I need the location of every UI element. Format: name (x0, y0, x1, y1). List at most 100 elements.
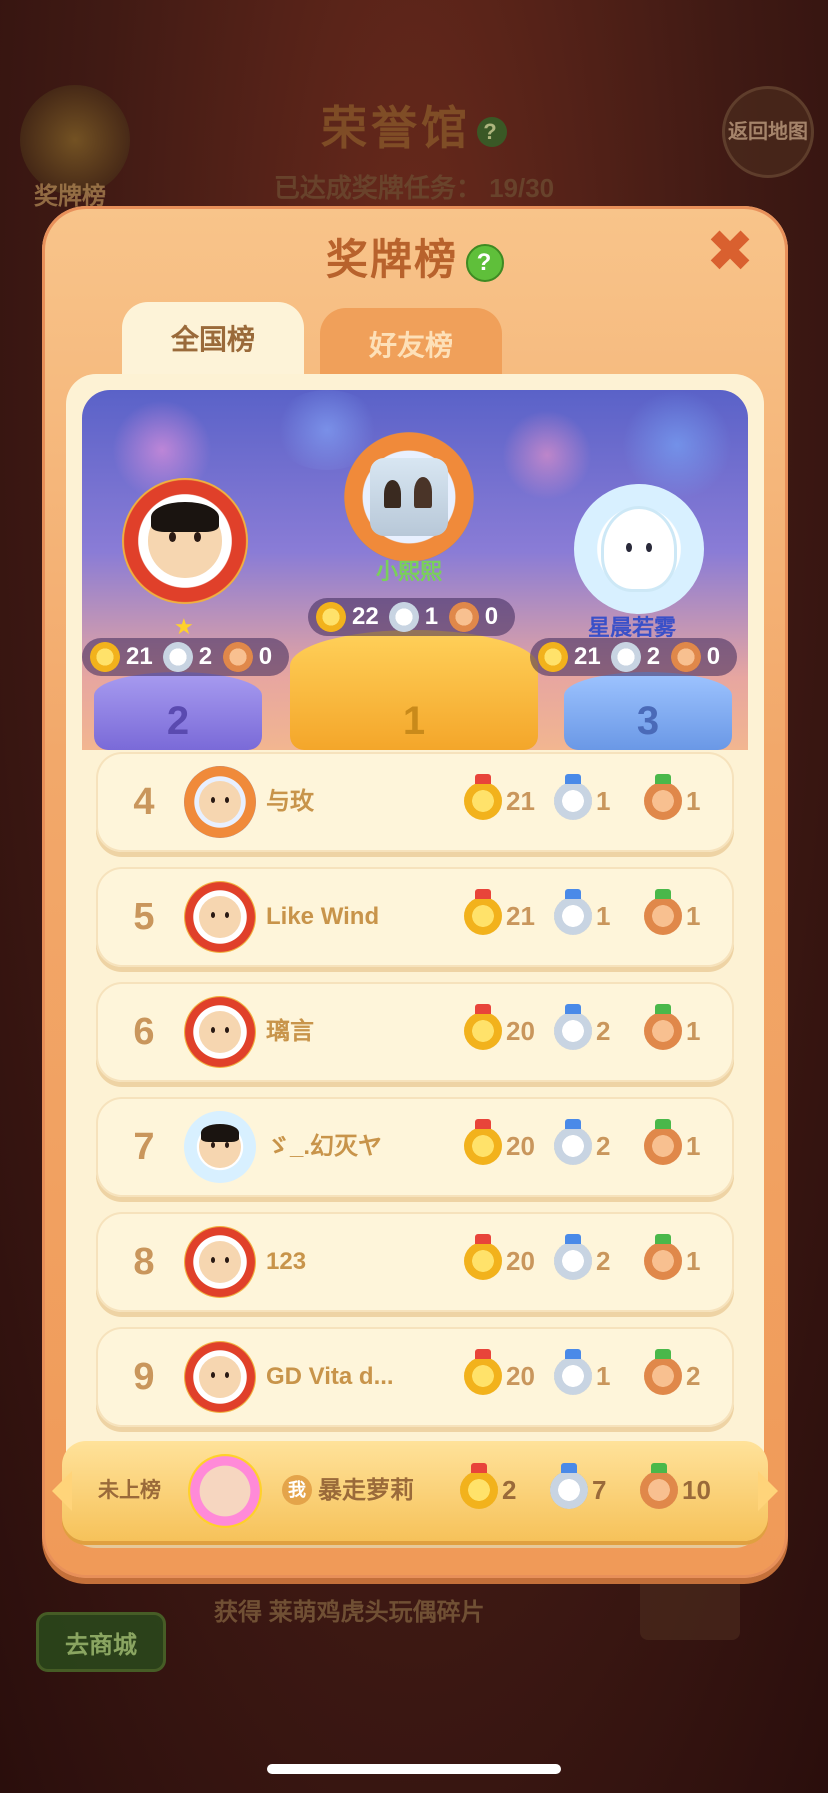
silver-count: 2 (596, 1245, 611, 1276)
stage-number: 1 (402, 699, 426, 743)
podium-stage-3: 3 (564, 672, 732, 750)
go-to-shop-button[interactable]: 去商城 (36, 1612, 166, 1672)
player-avatar (184, 996, 256, 1068)
player-name: GD Vita d... (266, 1363, 394, 1390)
list-item[interactable]: 9 GD Vita d... 20 1 2 (96, 1327, 734, 1427)
rank-number: 7 (133, 1126, 155, 1168)
player-avatar (184, 766, 256, 838)
silver-count: 2 (646, 643, 661, 670)
medal-task-progress: 已达成奖牌任务： 19/30 (0, 168, 828, 205)
rank-2-medal-bar: 21 2 0 (82, 638, 289, 676)
gold-medal-icon (538, 642, 568, 672)
medal-leaderboard-modal: 奖牌榜? ✖ 全国榜 好友榜 2 1 3 ★ 21 2 0 小熙熙 22 1 0… (42, 206, 788, 1578)
firework-decoration (502, 410, 592, 500)
silver-medal-icon (550, 1463, 588, 1509)
help-icon[interactable]: ? (466, 243, 504, 282)
list-item[interactable]: 4 与玫 21 1 1 (96, 752, 734, 852)
rank-number: 8 (133, 1241, 155, 1283)
gold-count: 2 (502, 1474, 517, 1505)
player-avatar (184, 881, 256, 953)
gold-count: 20 (506, 1245, 535, 1276)
medal-counts: 20 2 1 (464, 1004, 734, 1050)
ghost-icon (603, 508, 675, 590)
bronze-medal-icon (448, 602, 479, 632)
bronze-count: 0 (706, 643, 721, 670)
gold-count: 20 (506, 1130, 535, 1161)
bronze-count: 10 (682, 1474, 711, 1505)
list-item[interactable]: 6 璃言 20 2 1 (96, 982, 734, 1082)
avatar-face-icon (199, 1241, 241, 1283)
bronze-medal-icon (644, 1004, 682, 1050)
bronze-medal-icon (644, 1234, 682, 1280)
list-item[interactable]: 7 ゞ_.幻灭ヤ 20 2 1 (96, 1097, 734, 1197)
close-button[interactable]: ✖ (702, 223, 758, 281)
rank-number: 5 (133, 896, 155, 938)
my-rank-status: 未上榜 (98, 1479, 161, 1502)
hall-title-text: 荣誉馆 (321, 102, 471, 154)
medal-counts: 21 1 1 (464, 774, 734, 820)
silver-medal-icon (554, 1234, 592, 1280)
bronze-count: 0 (258, 643, 273, 670)
modal-title: 奖牌榜? (42, 226, 788, 287)
avatar-face-icon (199, 1124, 241, 1168)
luffy-face-icon (148, 501, 222, 578)
silver-medal-icon (388, 602, 419, 632)
gold-medal-icon (464, 1234, 502, 1280)
gold-count: 20 (506, 1360, 535, 1391)
silver-count: 1 (596, 900, 611, 931)
podium-stage-2: 2 (94, 672, 262, 750)
silver-medal-icon (554, 889, 592, 935)
bronze-count: 1 (686, 1015, 701, 1046)
modal-title-text: 奖牌榜 (325, 236, 458, 283)
rank-1-avatar[interactable] (344, 432, 474, 562)
silver-count: 2 (596, 1015, 611, 1046)
rank-3-avatar[interactable] (574, 484, 704, 614)
silver-medal-icon (554, 1349, 592, 1395)
rank-number: 6 (133, 1011, 155, 1053)
avatar-face-icon (199, 1011, 241, 1053)
bronze-medal-icon (222, 642, 253, 672)
rank-number: 9 (133, 1356, 155, 1398)
list-item[interactable]: 8 123 20 2 1 (96, 1212, 734, 1312)
leaderboard-panel: 2 1 3 ★ 21 2 0 小熙熙 22 1 0 星晨若雾 21 2 0 4 … (66, 374, 764, 1542)
avatar-face-icon (199, 896, 241, 938)
back-to-map-button[interactable]: 返回地图 (722, 86, 814, 178)
gold-count: 21 (506, 900, 535, 931)
bronze-count: 2 (686, 1360, 701, 1391)
stage-number: 2 (166, 699, 190, 743)
silver-count: 1 (424, 603, 439, 630)
bronze-medal-icon (644, 1119, 682, 1165)
me-badge: 我 (282, 1475, 312, 1505)
gold-count: 21 (574, 643, 601, 670)
avatar-face-icon (199, 1356, 241, 1398)
my-avatar (188, 1454, 262, 1528)
silver-count: 2 (596, 1130, 611, 1161)
gold-count: 20 (506, 1015, 535, 1046)
rank-1-name: 小熙熙 (375, 559, 442, 584)
rank-1-medal-bar: 22 1 0 (308, 598, 515, 636)
progress-value: 19/30 (489, 173, 555, 203)
gold-count: 22 (352, 603, 379, 630)
silver-count: 1 (596, 1360, 611, 1391)
gold-medal-icon (464, 889, 502, 935)
my-rank-bar[interactable]: 未上榜 我 暴走萝莉 2 7 10 (52, 1441, 778, 1541)
rank-3-medal-bar: 21 2 0 (530, 638, 737, 676)
silver-medal-icon (554, 774, 592, 820)
list-item[interactable]: 5 Like Wind 21 1 1 (96, 867, 734, 967)
gold-count: 21 (506, 785, 535, 816)
bronze-medal-icon (644, 1349, 682, 1395)
silver-medal-icon (162, 642, 193, 672)
progress-label: 已达成奖牌任务： (273, 173, 482, 203)
player-name: 123 (266, 1248, 307, 1275)
podium-area: 2 1 3 ★ 21 2 0 小熙熙 22 1 0 星晨若雾 21 2 0 (82, 390, 748, 750)
bronze-medal-icon (644, 774, 682, 820)
gold-medal-icon (464, 1004, 502, 1050)
reward-text: 获得 莱萌鸡虎头玩偶碎片 (214, 1599, 485, 1626)
my-medal-counts: 2 7 10 (460, 1463, 730, 1509)
podium-stage-1: 1 (290, 630, 538, 750)
medal-counts: 20 2 1 (464, 1234, 734, 1280)
home-indicator[interactable] (267, 1764, 561, 1774)
help-icon[interactable]: ? (477, 116, 507, 147)
gold-count: 21 (126, 643, 153, 670)
rank-2-avatar[interactable] (122, 478, 248, 604)
